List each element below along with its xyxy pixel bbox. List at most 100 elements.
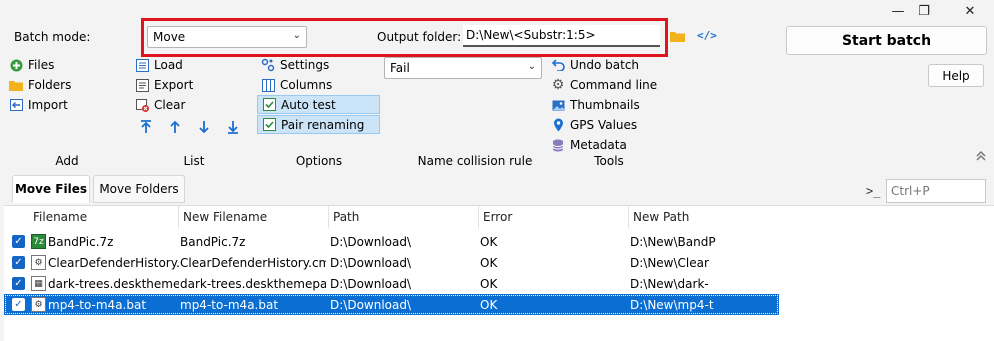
column-header-new-filename[interactable]: New Filename <box>179 206 329 228</box>
cell-path: D:\Download\ <box>330 255 412 270</box>
columns-icon <box>260 77 276 93</box>
cell-new-path: D:\New\dark- <box>630 276 709 291</box>
column-header-path[interactable]: Path <box>329 206 479 228</box>
cell-new-filename: BandPic.7z <box>180 234 246 249</box>
export-list-button[interactable]: Export <box>134 76 193 94</box>
cell-new-path: D:\New\Clear <box>630 255 709 270</box>
auto-test-toggle[interactable]: Auto test <box>257 95 380 114</box>
command-palette-input[interactable] <box>886 179 986 203</box>
cell-filename: BandPic.7z <box>48 234 114 249</box>
row-checkbox[interactable]: ✓ <box>12 277 25 290</box>
move-to-bottom-icon[interactable] <box>227 120 239 137</box>
thumbnails-label: Thumbnails <box>570 98 640 112</box>
close-button[interactable]: ✕ <box>952 0 988 22</box>
cell-error: OK <box>480 255 498 270</box>
collision-rule-select[interactable]: Fail ⌄ <box>384 57 542 79</box>
list-export-icon <box>134 77 150 93</box>
add-folders-label: Folders <box>28 78 72 92</box>
cell-path: D:\Download\ <box>330 276 412 291</box>
load-label: Load <box>154 58 183 72</box>
cell-filename: dark-trees.deskthemep... <box>48 276 179 291</box>
collapse-ribbon-icon[interactable] <box>975 150 987 165</box>
move-up-icon[interactable] <box>169 120 181 137</box>
folder-browse-icon[interactable] <box>670 30 685 42</box>
cell-new-filename: mp4-to-m4a.bat <box>180 297 279 312</box>
column-header-filename[interactable]: Filename <box>29 206 179 228</box>
import-button[interactable]: Import <box>8 96 68 114</box>
metadata-button[interactable]: Metadata <box>550 136 627 154</box>
thumbnails-button[interactable]: Thumbnails <box>550 96 640 114</box>
table-row-selected[interactable]: ✓ ⚙ mp4-to-m4a.bat mp4-to-m4a.bat D:\Dow… <box>4 294 779 315</box>
row-checkbox[interactable]: ✓ <box>12 256 25 269</box>
pair-renaming-toggle[interactable]: Pair renaming <box>257 115 380 134</box>
gps-values-button[interactable]: GPS Values <box>550 116 637 134</box>
batch-mode-select[interactable]: Move ⌄ <box>147 26 307 48</box>
code-icon[interactable]: </> <box>697 29 717 42</box>
output-folder-input[interactable]: D:\New\<Substr:1:5> <box>463 25 660 47</box>
cell-path: D:\Download\ <box>330 297 412 312</box>
undo-icon <box>550 57 566 73</box>
table-row[interactable]: ✓ ⚙ ClearDefenderHistory.c... ClearDefen… <box>4 252 779 273</box>
move-down-icon[interactable] <box>198 120 210 137</box>
cell-new-path: D:\New\BandP <box>630 234 716 249</box>
terminal-icon: >_ <box>866 184 881 198</box>
cell-new-filename: ClearDefenderHistory.cmd <box>180 255 326 270</box>
folder-icon <box>8 77 24 93</box>
metadata-label: Metadata <box>570 138 627 152</box>
batch-mode-label: Batch mode: <box>14 30 91 44</box>
cell-path: D:\Download\ <box>330 234 412 249</box>
output-folder-label: Output folder: <box>377 30 462 44</box>
add-folders-button[interactable]: Folders <box>8 76 71 94</box>
tools-group-label: Tools <box>594 154 624 168</box>
cell-filename: ClearDefenderHistory.c... <box>48 255 179 270</box>
add-circle-icon <box>8 57 24 73</box>
output-folder-value: D:\New\<Substr:1:5> <box>466 28 596 42</box>
table-row[interactable]: ✓ 7z BandPic.7z BandPic.7z D:\Download\ … <box>4 231 779 252</box>
batch-mode-value: Move <box>153 30 186 44</box>
import-label: Import <box>28 98 68 112</box>
command-line-label: Command line <box>570 78 658 92</box>
clear-label: Clear <box>154 98 186 112</box>
columns-button[interactable]: Columns <box>260 76 332 94</box>
move-to-top-icon[interactable] <box>140 120 152 137</box>
tab-move-files[interactable]: Move Files <box>12 175 90 203</box>
start-batch-button[interactable]: Start batch <box>786 26 987 55</box>
row-checkbox[interactable]: ✓ <box>12 235 25 248</box>
add-files-label: Files <box>28 58 55 72</box>
image-icon <box>550 97 566 113</box>
column-header-error[interactable]: Error <box>479 206 629 228</box>
clear-list-button[interactable]: Clear <box>134 96 185 114</box>
row-checkbox[interactable]: ✓ <box>12 298 25 311</box>
collision-rule-value: Fail <box>390 61 410 75</box>
gps-values-label: GPS Values <box>570 118 638 132</box>
list-clear-icon <box>134 97 150 113</box>
options-group-label: Options <box>295 154 343 168</box>
help-button[interactable]: Help <box>928 64 984 87</box>
maximize-button[interactable]: ❐ <box>906 0 942 22</box>
settings-icon <box>260 57 276 73</box>
settings-button[interactable]: Settings <box>260 56 329 74</box>
cell-filename: mp4-to-m4a.bat <box>48 297 147 312</box>
command-line-button[interactable]: ⚙ Command line <box>550 76 657 94</box>
add-files-button[interactable]: Files <box>8 56 54 74</box>
list-group-label: List <box>183 154 205 168</box>
load-list-button[interactable]: Load <box>134 56 183 74</box>
gear-icon: ⚙ <box>551 77 565 93</box>
collision-group-label: Name collision rule <box>417 154 533 168</box>
list-load-icon <box>134 57 150 73</box>
undo-batch-label: Undo batch <box>570 58 640 72</box>
chevron-down-icon: ⌄ <box>527 61 536 72</box>
database-icon <box>550 137 566 153</box>
cell-error: OK <box>480 276 498 291</box>
chevron-down-icon: ⌄ <box>292 30 301 41</box>
cell-error: OK <box>480 297 498 312</box>
undo-batch-button[interactable]: Undo batch <box>550 56 639 74</box>
table-row[interactable]: ✓ ▦ dark-trees.deskthemep... dark-trees.… <box>4 273 779 294</box>
column-header-new-path[interactable]: New Path <box>629 206 779 228</box>
pair-renaming-label: Pair renaming <box>281 117 365 132</box>
cell-error: OK <box>480 234 498 249</box>
cell-new-path: D:\New\mp4-t <box>630 297 714 312</box>
tab-move-folders[interactable]: Move Folders <box>93 175 185 203</box>
checkbox-checked-icon <box>261 97 277 113</box>
cell-new-filename: dark-trees.deskthemepack <box>180 276 326 291</box>
